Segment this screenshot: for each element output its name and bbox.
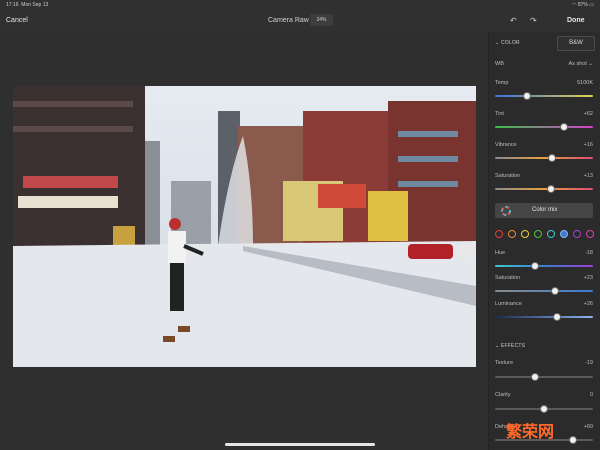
texture-slider[interactable]: [495, 373, 593, 381]
slider-thumb[interactable]: [550, 287, 559, 295]
slider-label: Texture: [495, 360, 514, 366]
slider-value: +60: [583, 424, 593, 430]
slider-thumb[interactable]: [546, 185, 555, 193]
slider-label: Hue: [495, 250, 506, 256]
slider-thumb[interactable]: [547, 154, 556, 162]
aqua-swatch[interactable]: [547, 230, 555, 238]
vibrance-slider[interactable]: [495, 154, 593, 162]
chevron-down-icon: ⌄: [588, 61, 593, 67]
slider-thumb[interactable]: [523, 92, 532, 100]
temp-slider[interactable]: [495, 92, 593, 100]
saturation-slider[interactable]: [495, 185, 593, 193]
blue-swatch[interactable]: [560, 230, 568, 238]
slider-thumb[interactable]: [531, 373, 540, 381]
battery-percent: 87%: [577, 2, 588, 8]
slider-thumb[interactable]: [552, 313, 561, 321]
hue-slider[interactable]: [495, 262, 593, 270]
orange-swatch[interactable]: [508, 230, 516, 238]
luminance-slider[interactable]: [495, 313, 593, 321]
wb-select[interactable]: As shot ⌄: [569, 61, 593, 67]
clarity-slider[interactable]: [495, 405, 593, 413]
status-time-date: 17:16 Mon Sep 13: [6, 2, 48, 8]
status-bar: 17:16 Mon Sep 13 ◠ 87% ▭: [0, 0, 600, 10]
effects-section-header[interactable]: ⌄ EFFECTS: [495, 343, 525, 349]
status-time: 17:16: [6, 2, 19, 8]
color-mix-button[interactable]: Color mix: [495, 203, 593, 218]
wb-label: WB: [495, 61, 504, 67]
page-title: Camera Raw: [268, 17, 309, 24]
slider-value: +26: [583, 301, 593, 307]
color-section-header[interactable]: ⌄ COLOR: [495, 40, 520, 46]
slider-thumb[interactable]: [531, 262, 540, 270]
top-toolbar: Cancel Camera Raw 34% ↶ ↷ Done: [0, 10, 600, 32]
done-button[interactable]: Done: [567, 17, 585, 24]
effects-section-label: EFFECTS: [500, 343, 526, 349]
zoom-level[interactable]: 34%: [310, 14, 333, 26]
slider-label: Temp: [495, 80, 509, 86]
status-date: Mon Sep 13: [21, 2, 49, 8]
slider-value: +23: [583, 275, 593, 281]
slider-value: +62: [583, 111, 593, 117]
photo-preview[interactable]: [13, 86, 476, 367]
color-wheel-icon: [501, 206, 511, 216]
wifi-icon: ◠: [572, 2, 577, 8]
wb-value: As shot: [568, 61, 587, 67]
slider-thumb[interactable]: [540, 405, 548, 413]
slider-label: Saturation: [495, 173, 521, 179]
yellow-swatch[interactable]: [521, 230, 529, 238]
color-section-label: COLOR: [500, 40, 520, 46]
cancel-button[interactable]: Cancel: [6, 17, 28, 24]
slider-value: 5100K: [577, 80, 593, 86]
home-indicator[interactable]: [225, 443, 375, 446]
status-right: ◠ 87% ▭: [572, 2, 594, 8]
slider-label: Saturation: [495, 275, 521, 281]
watermark: 繁荣网: [506, 424, 555, 441]
slider-label: Vibrance: [495, 142, 517, 148]
tint-slider[interactable]: [495, 123, 593, 131]
slider-value: +16: [583, 142, 593, 148]
bw-button[interactable]: B&W: [557, 36, 595, 51]
magenta-swatch[interactable]: [586, 230, 594, 238]
slider-thumb[interactable]: [559, 123, 568, 131]
redo-icon[interactable]: ↷: [530, 16, 537, 25]
slider-label: Tint: [495, 111, 504, 117]
edit-panel: ⌄ COLOR B&W WB As shot ⌄ Temp 5100K Tint…: [488, 32, 600, 450]
chevron-down-icon: ⌄: [495, 40, 500, 46]
slider-label: Luminance: [495, 301, 522, 307]
red-swatch[interactable]: [495, 230, 503, 238]
slider-thumb[interactable]: [569, 436, 578, 444]
color-swatches: [495, 230, 594, 240]
purple-swatch[interactable]: [573, 230, 581, 238]
slider-value: -18: [585, 250, 593, 256]
battery-icon: ▭: [589, 2, 594, 8]
slider-label: Clarity: [495, 392, 511, 398]
slider-value: +13: [583, 173, 593, 179]
slider-value: 0: [589, 392, 593, 398]
undo-icon[interactable]: ↶: [510, 16, 517, 25]
mix-saturation-slider[interactable]: [495, 287, 593, 295]
snow-street-photo: [13, 86, 476, 367]
chevron-down-icon: ⌄: [495, 343, 500, 349]
green-swatch[interactable]: [534, 230, 542, 238]
color-mix-label: Color mix: [532, 207, 558, 213]
slider-value: -19: [585, 360, 593, 366]
